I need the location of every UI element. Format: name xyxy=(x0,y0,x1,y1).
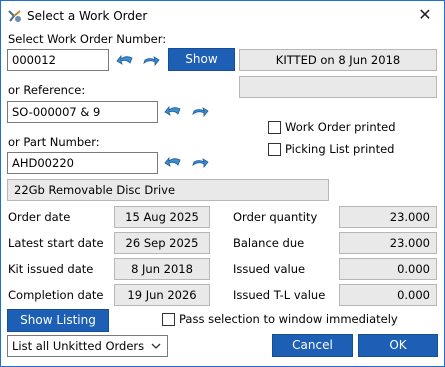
pass-selection-checkbox[interactable] xyxy=(162,313,175,326)
show-listing-button[interactable]: Show Listing xyxy=(7,309,109,332)
dialog-window: Select a Work Order ✕ Select Work Order … xyxy=(0,0,445,367)
order-quantity-label: Order quantity xyxy=(233,210,318,224)
balance-due-label: Balance due xyxy=(233,236,305,250)
ok-button[interactable]: OK xyxy=(358,334,438,357)
forward-arrow-icon[interactable] xyxy=(191,105,209,119)
issued-value-value: 0.000 xyxy=(339,258,437,280)
work-order-number-input[interactable]: 000012 xyxy=(7,49,109,71)
select-number-label: Select Work Order Number: xyxy=(8,32,167,46)
order-date-value: 15 Aug 2025 xyxy=(114,206,210,228)
back-arrow-icon[interactable] xyxy=(116,54,134,68)
back-arrow-icon[interactable] xyxy=(164,156,182,170)
back-arrow-icon[interactable] xyxy=(164,105,182,119)
picking-list-printed-label: Picking List printed xyxy=(285,142,395,156)
reference-label: or Reference: xyxy=(8,83,86,97)
kit-issued-label: Kit issued date xyxy=(8,262,94,276)
cancel-button[interactable]: Cancel xyxy=(272,334,353,357)
part-number-input[interactable]: AHD00220 xyxy=(7,152,158,174)
latest-start-label: Latest start date xyxy=(8,236,104,250)
part-number-label: or Part Number: xyxy=(8,135,100,149)
listing-filter-dropdown[interactable]: List all Unkitted Orders xyxy=(7,335,168,357)
close-button[interactable]: ✕ xyxy=(414,5,436,25)
work-order-printed-label: Work Order printed xyxy=(285,120,396,134)
balance-due-value: 23.000 xyxy=(339,232,437,254)
picking-list-printed-checkbox[interactable] xyxy=(268,143,281,156)
title-bar: Select a Work Order ✕ xyxy=(1,1,444,30)
part-description: 22Gb Removable Disc Drive xyxy=(7,179,329,201)
app-icon xyxy=(8,10,21,22)
show-button[interactable]: Show xyxy=(168,48,235,71)
order-date-label: Order date xyxy=(8,210,71,224)
chevron-down-icon xyxy=(151,343,161,349)
kitted-status: KITTED on 8 Jun 2018 xyxy=(239,49,437,71)
completion-value: 19 Jun 2026 xyxy=(114,284,210,306)
completion-label: Completion date xyxy=(8,288,104,302)
kit-issued-value: 8 Jun 2018 xyxy=(114,258,210,280)
window-title: Select a Work Order xyxy=(27,9,148,23)
latest-start-value: 26 Sep 2025 xyxy=(114,232,210,254)
issued-tl-label: Issued T-L value xyxy=(233,288,326,302)
reference-input[interactable]: SO-000007 & 9 xyxy=(7,101,158,123)
listing-filter-selected: List all Unkitted Orders xyxy=(12,339,145,353)
order-quantity-value: 23.000 xyxy=(339,206,437,228)
blank-status-field xyxy=(239,76,437,98)
pass-selection-label: Pass selection to window immediately xyxy=(179,312,398,326)
forward-arrow-icon[interactable] xyxy=(142,54,160,68)
forward-arrow-icon[interactable] xyxy=(191,156,209,170)
issued-value-label: Issued value xyxy=(233,262,306,276)
issued-tl-value: 0.000 xyxy=(339,284,437,306)
work-order-printed-checkbox[interactable] xyxy=(268,121,281,134)
